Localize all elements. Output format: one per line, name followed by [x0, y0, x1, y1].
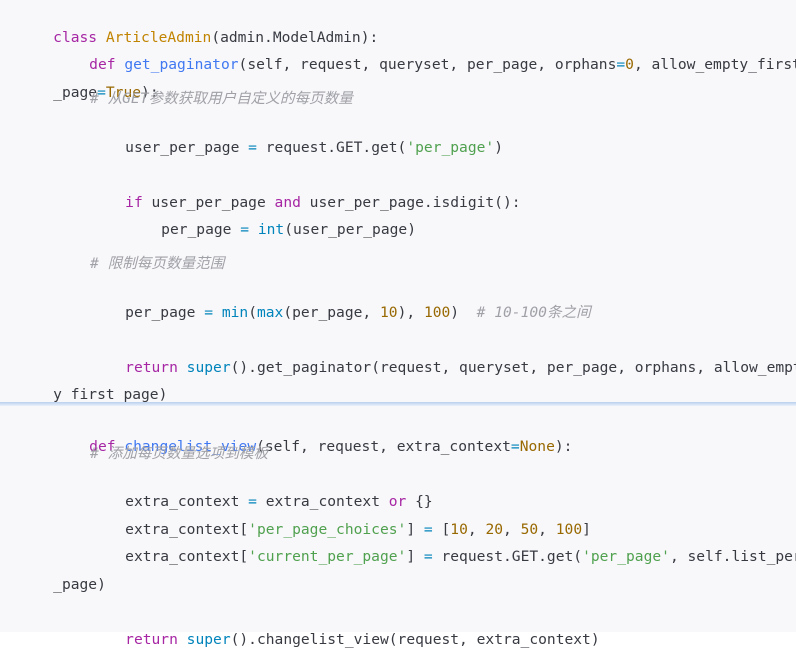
string: 'per_page' — [582, 548, 670, 565]
code-text: y_first_page) — [53, 386, 168, 403]
literal: None — [519, 438, 555, 455]
number: 10 — [380, 304, 398, 321]
code-text: ) — [450, 304, 477, 321]
code-text: (user_per_page) — [284, 221, 416, 238]
builtin: int — [257, 221, 285, 238]
code-text: ) — [494, 139, 504, 156]
code-text: , self.list_per — [669, 548, 796, 565]
string: 'per_page' — [406, 139, 495, 156]
builtin: super — [186, 359, 231, 376]
code-text: (per_page, — [283, 304, 380, 321]
code-text: ().changelist_view(request, extra_contex… — [230, 631, 600, 648]
code-text: request.GET.get( — [256, 139, 407, 156]
operator: = — [423, 548, 433, 565]
comment: # 从GET参数获取用户自定义的每页数量 — [90, 90, 353, 107]
code-text: extra_context[ — [125, 548, 249, 565]
code-text: ): — [554, 438, 573, 455]
operator: = — [204, 304, 214, 321]
code-text: request.GET.get( — [432, 548, 583, 565]
code-line: return super().get_paginator(request, qu… — [90, 338, 796, 398]
number: 100 — [423, 304, 451, 321]
code-text: per_page — [125, 304, 205, 321]
code-block-2: def changelist_view(self, request, extra… — [0, 406, 796, 648]
code-text: ( — [248, 304, 257, 321]
builtin: super — [186, 631, 231, 648]
keyword: return — [125, 631, 178, 648]
code-line: user_per_page = request.GET.get('per_pag… — [90, 118, 503, 178]
code-text: user_per_page — [125, 139, 249, 156]
number: 0 — [625, 56, 634, 73]
code-text: ), — [397, 304, 424, 321]
comment: # 添加每页数量选项到模板 — [90, 445, 269, 462]
comment: # 限制每页数量范围 — [90, 255, 225, 272]
code-line: per_page = min(max(per_page, 10), 100) #… — [90, 283, 591, 343]
code-text: ] — [406, 548, 424, 565]
code-line: return super().changelist_view(request, … — [90, 610, 600, 670]
string: 'current_per_page' — [248, 548, 407, 565]
code-line: per_page = int(user_per_page) — [126, 200, 416, 260]
code-text: per_page — [161, 221, 241, 238]
builtin: max — [256, 304, 284, 321]
code-text: _page) — [53, 576, 106, 593]
code-line: extra_context['current_per_page'] = requ… — [90, 527, 796, 587]
operator: = — [248, 139, 257, 156]
code-line: _page) — [18, 555, 106, 615]
builtin: min — [221, 304, 249, 321]
code-line: def get_paginator(self, request, queryse… — [54, 35, 796, 95]
operator: = — [616, 56, 626, 73]
operator: = — [510, 438, 520, 455]
code-text: , allow_empty_first — [633, 56, 796, 73]
comment: # 10-100条之间 — [476, 304, 591, 321]
code-text: (self, request, extra_context — [256, 438, 511, 455]
operator: = — [240, 221, 250, 238]
code-block-1: class ArticleAdmin(admin.ModelAdmin): de… — [0, 0, 796, 403]
code-text: (self, request, queryset, per_page, orph… — [238, 56, 617, 73]
code-text: ().get_paginator(request, queryset, per_… — [230, 359, 796, 376]
